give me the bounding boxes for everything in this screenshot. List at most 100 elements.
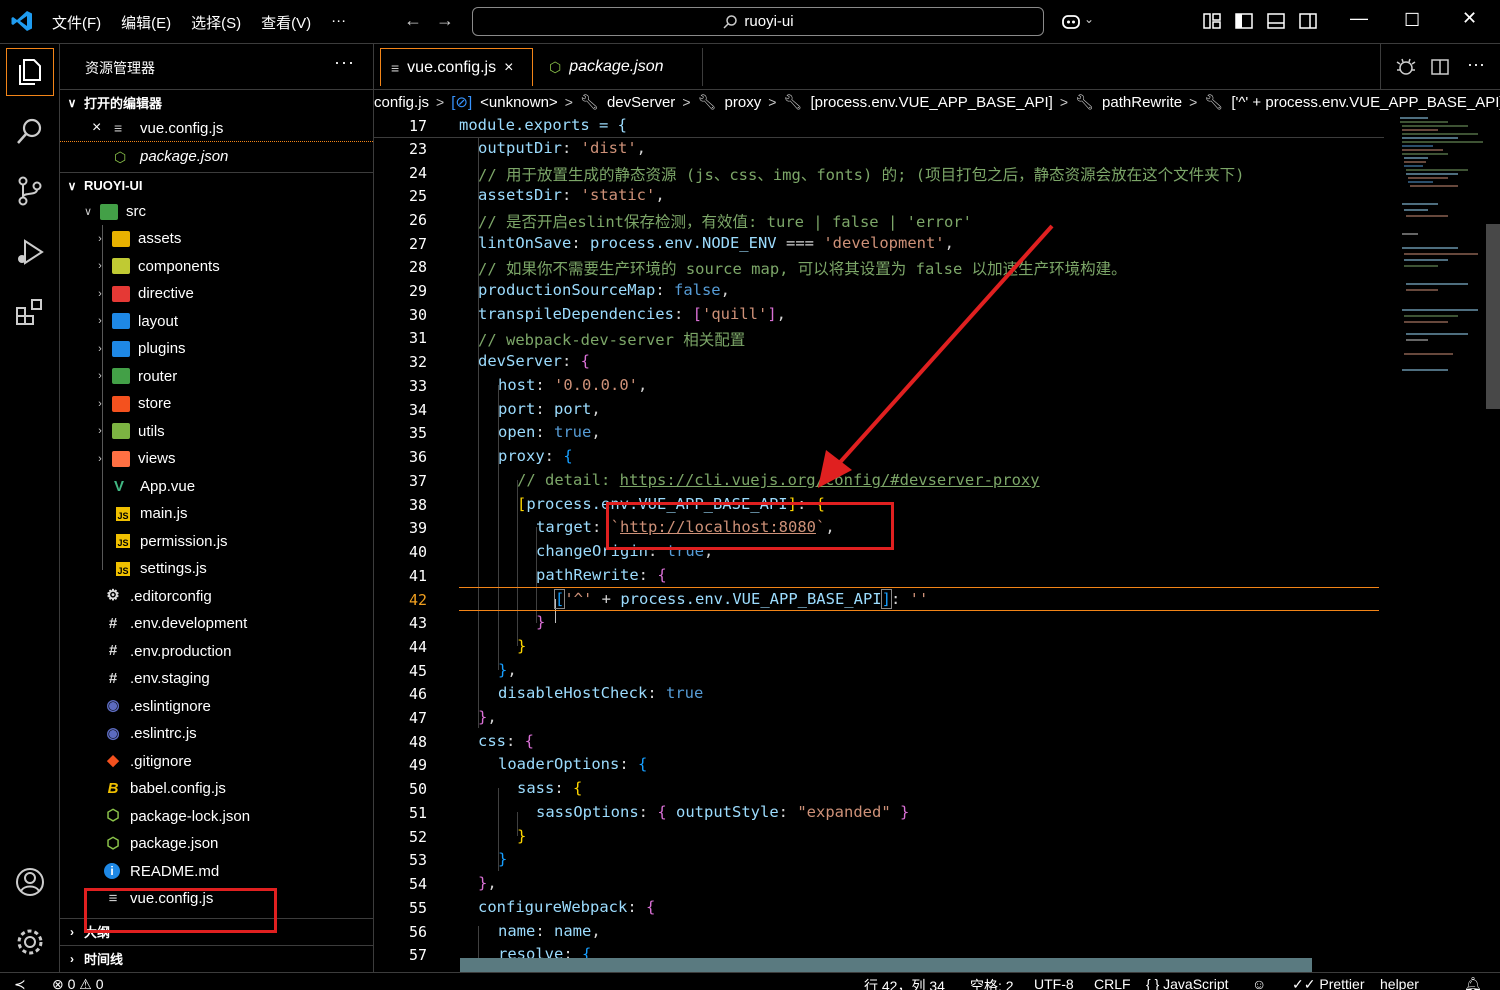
menu-edit[interactable]: 编辑(E)	[121, 12, 171, 33]
file-label: README.md	[130, 862, 220, 880]
more-actions-icon[interactable]: ···	[1467, 54, 1485, 75]
settings-gear-icon[interactable]	[13, 925, 47, 959]
folder-components[interactable]: › components	[60, 253, 373, 280]
file-item[interactable]: Bbabel.config.js	[60, 775, 373, 802]
breadcrumb: config.js > [⊘] <unknown> > 🔧︎ devServer…	[374, 90, 1500, 114]
chevron-right-icon: >	[1059, 94, 1068, 110]
back-arrow-icon[interactable]: ←	[404, 10, 422, 31]
problems-indicator[interactable]: ⊗ 0 ⚠ 0	[52, 976, 104, 990]
json-file-icon: ⬡	[549, 58, 562, 75]
explorer-more-actions[interactable]: ···	[334, 52, 355, 73]
chevron-right-icon: ›	[98, 260, 102, 272]
breadcrumb-symbol[interactable]: <unknown>	[480, 94, 558, 111]
file-label: package-lock.json	[130, 807, 251, 825]
menu-more[interactable]: ···	[331, 12, 346, 33]
close-icon[interactable]: ×	[92, 119, 114, 137]
file-label: .editorconfig	[130, 587, 212, 605]
open-editor-item[interactable]: ⬡ package.json	[60, 143, 373, 170]
copilot-status-icon[interactable]: ☺	[1252, 976, 1266, 990]
folder-views[interactable]: › views	[60, 445, 373, 472]
file-item[interactable]: ◉ .eslintignore	[60, 693, 373, 720]
source-control-icon[interactable]	[13, 174, 47, 208]
folder-layout[interactable]: › layout	[60, 308, 373, 335]
file-item[interactable]: ⬡ package-lock.json	[60, 803, 373, 830]
extensions-icon[interactable]	[13, 295, 47, 329]
file-item[interactable]: JS main.js	[60, 500, 373, 527]
file-item[interactable]: ⚙ .editorconfig	[60, 583, 373, 610]
breadcrumb-symbol[interactable]: ['^' + process.env.VUE_APP_BASE_API]	[1231, 94, 1500, 111]
file-item[interactable]: ◆ .gitignore	[60, 748, 373, 775]
vue-file-icon: V	[114, 478, 125, 495]
forward-arrow-icon[interactable]: →	[436, 10, 454, 31]
file-item[interactable]: # .env.development	[60, 610, 373, 637]
accounts-icon[interactable]	[13, 865, 47, 899]
indentation[interactable]: 空格: 2	[970, 976, 1014, 990]
menu-view[interactable]: 查看(V)	[261, 12, 311, 33]
chevron-right-icon: >	[768, 94, 777, 110]
tab-vue-config[interactable]: ≡ vue.config.js ×	[380, 48, 533, 86]
info-icon: i	[104, 863, 120, 879]
encoding[interactable]: UTF-8	[1034, 976, 1074, 990]
file-item[interactable]: # .env.staging	[60, 665, 373, 692]
folder-store[interactable]: › store	[60, 390, 373, 417]
file-label: .env.production	[130, 642, 232, 660]
timeline-section[interactable]: › 时间线	[60, 945, 373, 971]
open-editor-item[interactable]: × ≡ vue.config.js	[60, 115, 373, 142]
minimize-icon[interactable]: —	[1350, 8, 1368, 29]
command-center-search[interactable]: ruoyi-ui	[472, 7, 1044, 36]
tab-package-json[interactable]: ⬡ package.json	[539, 48, 703, 86]
open-editors-section[interactable]: ∨ 打开的编辑器	[60, 89, 373, 115]
file-label: .env.staging	[130, 670, 210, 687]
file-item[interactable]: JS settings.js	[60, 555, 373, 582]
breadcrumb-symbol[interactable]: pathRewrite	[1102, 94, 1182, 111]
remote-icon[interactable]: ≺	[14, 976, 26, 990]
file-item[interactable]: JS permission.js	[60, 528, 373, 555]
prettier-status[interactable]: ✓✓ Prettier	[1292, 976, 1364, 990]
explorer-icon[interactable]	[13, 55, 47, 89]
language-mode[interactable]: { } JavaScript	[1146, 976, 1229, 990]
split-editor-icon[interactable]	[1429, 56, 1451, 78]
folder-plugins[interactable]: › plugins	[60, 335, 373, 362]
menu-file[interactable]: 文件(F)	[52, 12, 101, 33]
menu-selection[interactable]: 选择(S)	[191, 12, 241, 33]
folder-utils[interactable]: › utils	[60, 418, 373, 445]
project-label: RUOYI-UI	[84, 178, 143, 193]
chevron-right-icon: ›	[98, 342, 102, 355]
folder-icon	[112, 258, 130, 274]
file-item[interactable]: # .env.production	[60, 638, 373, 665]
file-item[interactable]: i README.md	[60, 858, 373, 885]
copilot-icon[interactable]	[1060, 10, 1082, 32]
folder-router[interactable]: › router	[60, 363, 373, 390]
open-editor-label: vue.config.js	[140, 119, 224, 137]
notifications-bell-icon[interactable]: 🔔︎	[1464, 976, 1482, 990]
close-icon[interactable]: ×	[504, 59, 513, 77]
line-ending[interactable]: CRLF	[1094, 976, 1131, 990]
toggle-secondary-sidebar-icon[interactable]	[1297, 10, 1319, 32]
folder-src[interactable]: ∨ src	[60, 198, 373, 225]
breadcrumb-symbol[interactable]: devServer	[607, 94, 675, 111]
close-window-icon[interactable]: ✕	[1462, 8, 1477, 29]
breadcrumb-file[interactable]: config.js	[374, 94, 429, 111]
debug-icon[interactable]	[1395, 56, 1417, 78]
breadcrumb-symbol[interactable]: [process.env.VUE_APP_BASE_API]	[810, 94, 1052, 111]
maximize-icon[interactable]: ☐	[1404, 10, 1420, 31]
toggle-primary-sidebar-icon[interactable]	[1233, 10, 1255, 32]
run-debug-icon[interactable]	[13, 235, 47, 269]
json-file-icon: ⬡	[106, 834, 120, 852]
file-item[interactable]: ◉ .eslintrc.js	[60, 720, 373, 747]
folder-assets[interactable]: › assets	[60, 225, 373, 252]
js-file-icon: JS	[116, 561, 130, 576]
project-section[interactable]: ∨ RUOYI-UI	[60, 172, 373, 198]
file-item[interactable]: V App.vue	[60, 473, 373, 500]
folder-directive[interactable]: › directive	[60, 280, 373, 307]
search-icon[interactable]	[13, 115, 47, 149]
chevron-down-icon[interactable]: ⌄	[1084, 12, 1094, 26]
code-editor[interactable]: 23 24 25 26 27 28 29 30 31 32 33 34 35 36 37 38 39 40 41 42…	[374, 114, 1500, 972]
helper-status[interactable]: helper	[1380, 976, 1419, 990]
file-item[interactable]: ⬡ package.json	[60, 830, 373, 857]
breadcrumb-symbol[interactable]: proxy	[725, 94, 762, 111]
customize-layout-icon[interactable]	[1201, 10, 1223, 32]
cursor-position[interactable]: 行 42，列 34	[864, 976, 945, 990]
folder-icon	[112, 285, 130, 302]
toggle-panel-icon[interactable]	[1265, 10, 1287, 32]
